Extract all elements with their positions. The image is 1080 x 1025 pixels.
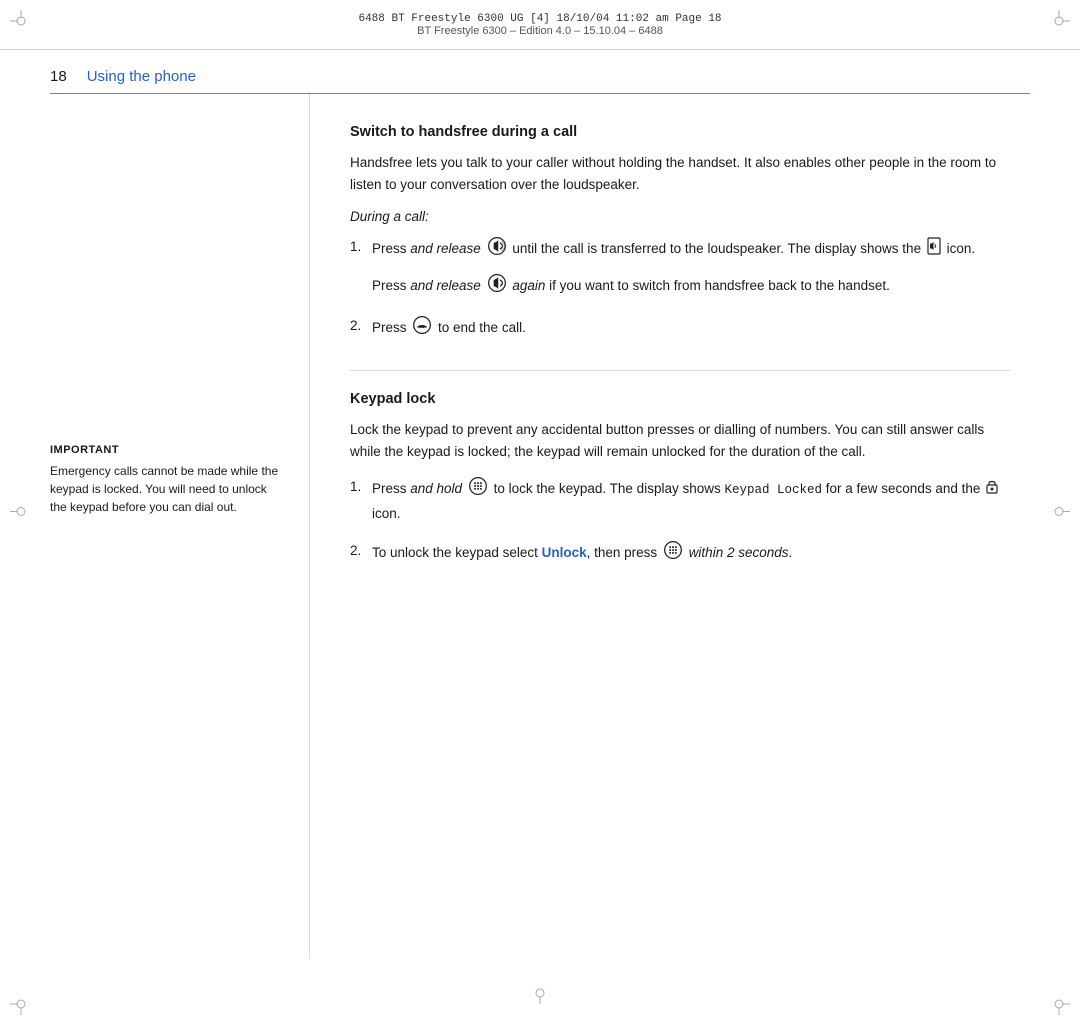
speaker-button-icon2 [487, 273, 507, 300]
content-area: 18 Using the phone IMPORTANT Emergency c… [50, 50, 1030, 975]
page-title: Using the phone [87, 68, 196, 85]
keypad-icon2 [663, 540, 683, 567]
reg-mark-bl [10, 993, 32, 1015]
section-handsfree: Switch to handsfree during a call Handsf… [350, 124, 1010, 342]
section1-body: Handsfree lets you talk to your caller w… [350, 152, 1010, 195]
section1-title: Switch to handsfree during a call [350, 124, 1010, 140]
section2-step2: 2. To unlock the keypad select Unlock, t… [350, 540, 1010, 567]
keypad-lock-icon [468, 476, 488, 503]
section-keypad-lock: Keypad lock Lock the keypad to prevent a… [350, 391, 1010, 567]
two-col-layout: IMPORTANT Emergency calls cannot be made… [50, 94, 1030, 959]
unlock-link[interactable]: Unlock [542, 545, 587, 560]
header-bar: 6488 BT Freestyle 6300 UG [4] 18/10/04 1… [0, 0, 1080, 50]
section2-step1: 1. Press and hold [350, 476, 1010, 524]
side-mark-left [10, 500, 32, 525]
page-wrapper: 6488 BT Freestyle 6300 UG [4] 18/10/04 1… [0, 0, 1080, 1025]
section1-step1: 1. Press and release [350, 236, 1010, 299]
section2-body: Lock the keypad to prevent any accidenta… [350, 419, 1010, 462]
lock-icon [986, 478, 998, 501]
step1-sub: Press and release again if you wa [372, 273, 1010, 300]
header-line2: BT Freestyle 6300 – Edition 4.0 – 15.10.… [417, 25, 663, 37]
section2-steps: 1. Press and hold [350, 476, 1010, 567]
section-divider [350, 370, 1010, 371]
step2-content: Press to end the call. [372, 315, 1010, 342]
side-mark-right [1048, 500, 1070, 525]
section1-italic-label: During a call: [350, 209, 1010, 224]
speaker-button-icon [487, 236, 507, 263]
end-call-icon [412, 315, 432, 342]
reg-mark-br [1048, 993, 1070, 1015]
section2-title: Keypad lock [350, 391, 1010, 407]
important-text: Emergency calls cannot be made while the… [50, 462, 279, 516]
left-column: IMPORTANT Emergency calls cannot be made… [50, 94, 310, 959]
header-line1: 6488 BT Freestyle 6300 UG [4] 18/10/04 1… [358, 13, 721, 25]
kp-step1-content: Press and hold [372, 476, 1010, 524]
important-label: IMPORTANT [50, 444, 279, 456]
loudspeaker-display-icon [927, 237, 941, 262]
important-box: IMPORTANT Emergency calls cannot be made… [50, 444, 279, 516]
step1-num: 1. [350, 236, 372, 258]
kp-step1-num: 1. [350, 476, 372, 498]
kp-step2-content: To unlock the keypad select Unlock, then… [372, 540, 1010, 567]
step1-content: Press and release [372, 236, 1010, 299]
section1-step2: 2. Press to end the call. [350, 315, 1010, 342]
page-header: 18 Using the phone [50, 50, 1030, 94]
step2-num: 2. [350, 315, 372, 337]
section1-steps: 1. Press and release [350, 236, 1010, 342]
page-number: 18 [50, 68, 67, 85]
keypad-locked-text: Keypad Locked [724, 483, 822, 497]
bottom-center-mark [529, 982, 551, 1007]
right-column: Switch to handsfree during a call Handsf… [310, 94, 1030, 959]
step1-text: Press and release [372, 241, 975, 256]
kp-step2-num: 2. [350, 540, 372, 562]
